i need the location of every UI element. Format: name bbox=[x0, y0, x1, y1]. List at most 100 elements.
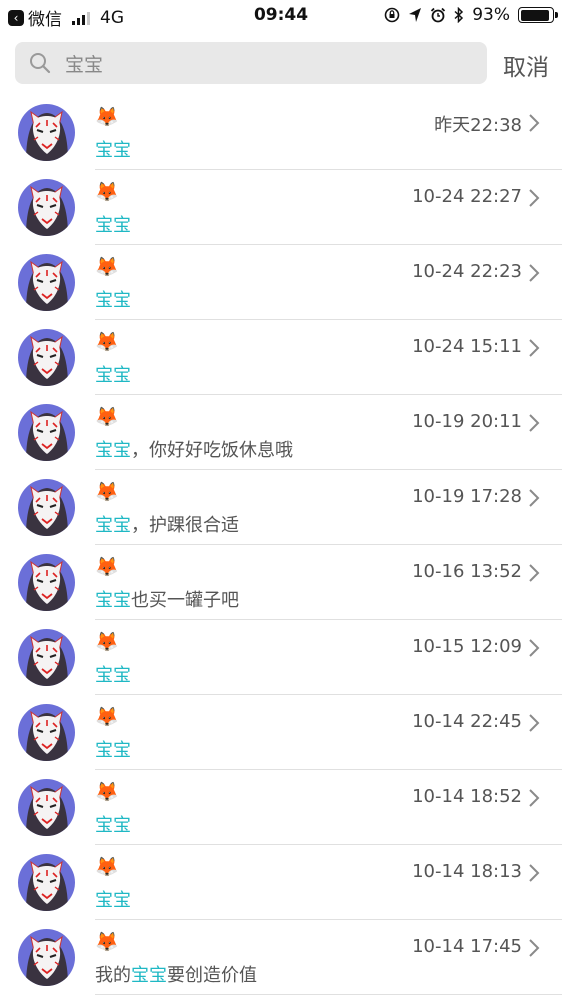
result-row[interactable]: 🦊 宝宝 10-14 18:13 bbox=[0, 845, 562, 920]
message-snippet: 宝宝 bbox=[95, 361, 131, 387]
message-snippet: 宝宝 bbox=[95, 286, 131, 312]
result-row[interactable]: 🦊 宝宝 昨天22:38 bbox=[0, 95, 562, 170]
contact-nickname: 🦊 bbox=[95, 781, 119, 803]
chevron-right-icon bbox=[528, 113, 540, 137]
snippet-prefix: 我的 bbox=[95, 965, 131, 986]
result-row[interactable]: 🦊 宝宝 10-14 22:45 bbox=[0, 695, 562, 770]
message-timestamp: 10-14 22:45 bbox=[412, 711, 522, 732]
snippet-keyword-highlight: 宝宝 bbox=[95, 590, 131, 611]
chevron-right-icon bbox=[528, 788, 540, 812]
chevron-right-icon bbox=[528, 638, 540, 662]
snippet-suffix: 也买一罐子吧 bbox=[131, 590, 239, 611]
status-bar: ‹ 微信 4G 09:44 93% bbox=[0, 0, 562, 32]
chevron-right-icon bbox=[528, 263, 540, 287]
snippet-keyword-highlight: 宝宝 bbox=[95, 740, 131, 761]
message-snippet: 宝宝 bbox=[95, 211, 131, 237]
result-row[interactable]: 🦊 宝宝 10-15 12:09 bbox=[0, 620, 562, 695]
search-input[interactable] bbox=[65, 52, 425, 74]
avatar bbox=[18, 479, 75, 536]
contact-nickname: 🦊 bbox=[95, 856, 119, 878]
message-timestamp: 10-24 22:27 bbox=[412, 186, 522, 207]
snippet-keyword-highlight: 宝宝 bbox=[95, 440, 131, 461]
message-snippet: 宝宝 bbox=[95, 811, 131, 837]
snippet-keyword-highlight: 宝宝 bbox=[95, 665, 131, 686]
message-snippet: 宝宝，你好好吃饭休息哦 bbox=[95, 436, 293, 462]
result-row[interactable]: 🦊 宝宝也买一罐子吧 10-16 13:52 bbox=[0, 545, 562, 620]
message-timestamp: 10-14 17:45 bbox=[412, 936, 522, 957]
contact-nickname: 🦊 bbox=[95, 556, 119, 578]
snippet-keyword-highlight: 宝宝 bbox=[95, 815, 131, 836]
avatar bbox=[18, 929, 75, 986]
chevron-right-icon bbox=[528, 563, 540, 587]
contact-nickname: 🦊 bbox=[95, 106, 119, 128]
contact-nickname: 🦊 bbox=[95, 331, 119, 353]
message-snippet: 宝宝 bbox=[95, 136, 131, 162]
contact-nickname: 🦊 bbox=[95, 481, 119, 503]
search-icon bbox=[29, 52, 51, 74]
chevron-right-icon bbox=[528, 413, 540, 437]
rotation-lock-icon bbox=[384, 7, 400, 23]
snippet-keyword-highlight: 宝宝 bbox=[131, 965, 167, 986]
snippet-suffix: ，你好好吃饭休息哦 bbox=[131, 440, 293, 461]
message-timestamp: 10-16 13:52 bbox=[412, 561, 522, 582]
chevron-right-icon bbox=[528, 338, 540, 362]
message-snippet: 宝宝 bbox=[95, 661, 131, 687]
message-snippet: 宝宝也买一罐子吧 bbox=[95, 586, 239, 612]
message-snippet: 宝宝，护踝很合适 bbox=[95, 511, 239, 537]
alarm-icon bbox=[431, 7, 446, 23]
avatar bbox=[18, 179, 75, 236]
avatar bbox=[18, 554, 75, 611]
avatar bbox=[18, 329, 75, 386]
avatar bbox=[18, 104, 75, 161]
result-row[interactable]: 🦊 我的宝宝要创造价值 10-14 17:45 bbox=[0, 920, 562, 995]
message-snippet: 宝宝 bbox=[95, 736, 131, 762]
message-snippet: 我的宝宝要创造价值 bbox=[95, 961, 257, 987]
chevron-right-icon bbox=[528, 938, 540, 962]
result-row[interactable]: 🦊 宝宝 10-24 22:27 bbox=[0, 170, 562, 245]
battery-icon bbox=[518, 7, 558, 23]
contact-nickname: 🦊 bbox=[95, 931, 119, 953]
chevron-right-icon bbox=[528, 188, 540, 212]
bluetooth-icon bbox=[454, 7, 464, 23]
message-timestamp: 10-24 15:11 bbox=[412, 336, 522, 357]
message-timestamp: 10-19 20:11 bbox=[412, 411, 522, 432]
avatar bbox=[18, 854, 75, 911]
snippet-suffix: ，护踝很合适 bbox=[131, 515, 239, 536]
avatar bbox=[18, 404, 75, 461]
search-results-list: 🦊 宝宝 昨天22:38 🦊 宝宝 10-24 22:27 🦊 宝宝 10-24… bbox=[0, 95, 562, 995]
avatar bbox=[18, 254, 75, 311]
message-snippet: 宝宝 bbox=[95, 886, 131, 912]
search-field[interactable] bbox=[15, 42, 487, 84]
chevron-right-icon bbox=[528, 713, 540, 737]
cancel-button[interactable]: 取消 bbox=[503, 48, 549, 82]
avatar bbox=[18, 704, 75, 761]
result-row[interactable]: 🦊 宝宝 10-24 22:23 bbox=[0, 245, 562, 320]
chevron-right-icon bbox=[528, 863, 540, 887]
snippet-keyword-highlight: 宝宝 bbox=[95, 365, 131, 386]
message-timestamp: 10-19 17:28 bbox=[412, 486, 522, 507]
snippet-keyword-highlight: 宝宝 bbox=[95, 515, 131, 536]
contact-nickname: 🦊 bbox=[95, 706, 119, 728]
message-timestamp: 10-24 22:23 bbox=[412, 261, 522, 282]
battery-percent: 93% bbox=[472, 5, 510, 25]
contact-nickname: 🦊 bbox=[95, 406, 119, 428]
contact-nickname: 🦊 bbox=[95, 256, 119, 278]
result-row[interactable]: 🦊 宝宝，护踝很合适 10-19 17:28 bbox=[0, 470, 562, 545]
message-timestamp: 10-14 18:13 bbox=[412, 861, 522, 882]
snippet-suffix: 要创造价值 bbox=[167, 965, 257, 986]
result-row[interactable]: 🦊 宝宝 10-24 15:11 bbox=[0, 320, 562, 395]
result-row[interactable]: 🦊 宝宝，你好好吃饭休息哦 10-19 20:11 bbox=[0, 395, 562, 470]
avatar bbox=[18, 779, 75, 836]
message-timestamp: 昨天22:38 bbox=[434, 115, 522, 136]
message-timestamp: 10-14 18:52 bbox=[412, 786, 522, 807]
chevron-right-icon bbox=[528, 488, 540, 512]
search-bar: 取消 bbox=[0, 40, 562, 88]
snippet-keyword-highlight: 宝宝 bbox=[95, 215, 131, 236]
snippet-keyword-highlight: 宝宝 bbox=[95, 140, 131, 161]
avatar bbox=[18, 629, 75, 686]
location-icon bbox=[409, 8, 422, 22]
result-row[interactable]: 🦊 宝宝 10-14 18:52 bbox=[0, 770, 562, 845]
snippet-keyword-highlight: 宝宝 bbox=[95, 290, 131, 311]
contact-nickname: 🦊 bbox=[95, 181, 119, 203]
contact-nickname: 🦊 bbox=[95, 631, 119, 653]
